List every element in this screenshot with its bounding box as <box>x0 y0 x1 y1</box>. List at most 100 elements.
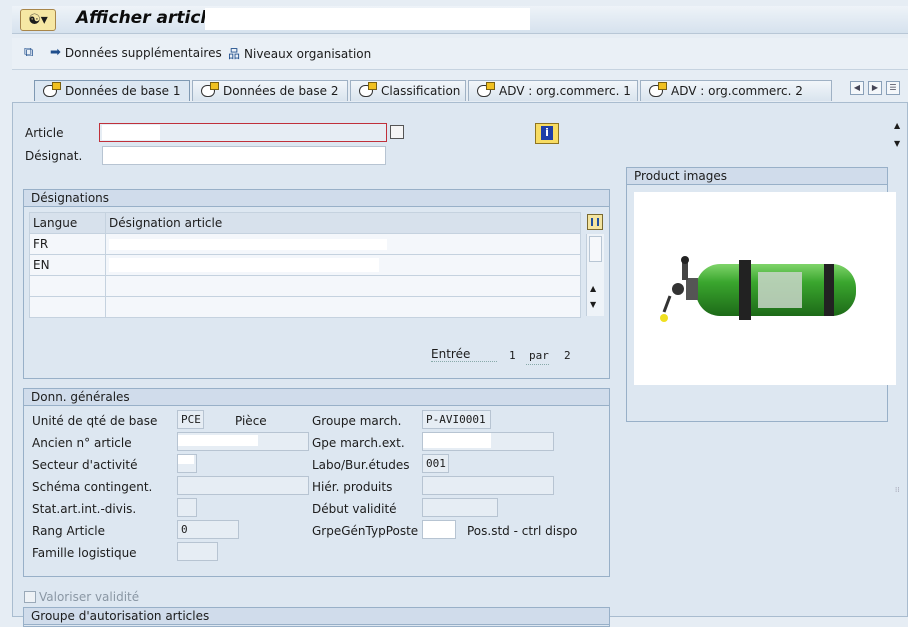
old-article-field[interactable] <box>177 432 309 451</box>
tab-classification[interactable]: Classification <box>350 80 466 101</box>
page-scroll-down-icon[interactable]: ▼ <box>894 139 900 148</box>
tab-adv-org-2[interactable]: ADV : org.commerc. 2 <box>640 80 832 101</box>
general-data-title: Donn. générales <box>24 389 609 406</box>
copy-icon[interactable] <box>390 125 404 139</box>
table-row[interactable]: EN <box>29 254 581 276</box>
auth-group: Groupe d'autorisation articles <box>23 607 610 627</box>
table-cell-lang: EN <box>29 254 106 276</box>
tab-strip: Données de base 1 Données de base 2 Clas… <box>12 80 908 102</box>
table-settings-icon[interactable] <box>587 214 603 230</box>
lab-field[interactable]: 001 <box>422 454 449 473</box>
article-label: Article <box>25 126 64 140</box>
division-label: Secteur d'activité <box>32 458 138 472</box>
tab-donnees-base-1[interactable]: Données de base 1 <box>34 80 190 101</box>
info-icon: i <box>541 126 553 140</box>
matl-group-field[interactable]: P-AVI0001 <box>422 410 491 429</box>
title-bar: ☯▾ Afficher article <box>12 6 908 34</box>
tab-status-icon <box>359 82 377 97</box>
general-data-group: Donn. générales Unité de qté de base PCE… <box>23 388 610 577</box>
scroll-down-icon[interactable]: ▼ <box>590 300 596 309</box>
hierarchy-icon: 品 <box>228 47 241 61</box>
table-row[interactable] <box>29 275 581 297</box>
designations-title: Désignations <box>24 190 609 207</box>
tab-adv-org-1[interactable]: ADV : org.commerc. 1 <box>468 80 638 101</box>
column-header-designation[interactable]: Désignation article <box>105 212 581 234</box>
designations-table: Langue Désignation article FR EN <box>29 212 581 318</box>
stat-label: Stat.art.int.-divis. <box>32 502 137 516</box>
checkbox-box[interactable] <box>24 591 36 603</box>
arrow-right-icon: ➡ <box>50 45 61 60</box>
tab-list-icon[interactable]: ☰ <box>886 81 900 95</box>
article-field[interactable] <box>99 123 387 142</box>
application-toolbar: ⧉ ➡ Données supplémentaires 品 Niveaux or… <box>12 38 908 70</box>
table-cell-text[interactable] <box>105 233 581 255</box>
rang-label: Rang Article <box>32 524 105 538</box>
schema-label: Schéma contingent. <box>32 480 153 494</box>
table-row[interactable]: FR <box>29 233 581 255</box>
table-scrollbar[interactable]: ▲ ▼ <box>586 234 604 316</box>
entry-current: 1 <box>509 349 516 362</box>
family-label: Famille logistique <box>32 546 137 560</box>
product-images-panel: Product images <box>626 167 896 422</box>
item-cat-text: Pos.std - ctrl dispo <box>467 524 578 538</box>
tab-donnees-base-2[interactable]: Données de base 2 <box>192 80 348 101</box>
division-field[interactable] <box>177 454 197 473</box>
valoriser-label: Valoriser validité <box>39 590 140 604</box>
rang-field[interactable]: 0 <box>177 520 239 539</box>
ext-group-label: Gpe march.ext. <box>312 436 405 450</box>
column-header-langue[interactable]: Langue <box>29 212 106 234</box>
stat-field[interactable] <box>177 498 197 517</box>
entry-of-label: par <box>526 347 549 365</box>
table-cell-lang: FR <box>29 233 106 255</box>
ext-group-field[interactable] <box>422 432 554 451</box>
item-cat-field[interactable] <box>422 520 456 539</box>
product-images-title: Product images <box>627 168 887 185</box>
app-menu-icon[interactable]: ☯▾ <box>20 9 56 31</box>
page-scroll-grip-icon[interactable]: ⁞⁞ <box>895 486 899 494</box>
designations-group: Désignations Langue Désignation article … <box>23 189 610 379</box>
designat-field[interactable] <box>102 146 386 165</box>
old-article-label: Ancien n° article <box>32 436 132 450</box>
entry-label: Entrée <box>431 347 497 362</box>
scrollbar-thumb[interactable] <box>589 236 602 262</box>
table-cell-text[interactable] <box>105 254 581 276</box>
lab-label: Labo/Bur.études <box>312 458 410 472</box>
hier-field[interactable] <box>422 476 554 495</box>
tab-scroll-left-icon[interactable]: ◀ <box>850 81 864 95</box>
org-levels-label: Niveaux organisation <box>244 46 372 61</box>
table-cell-text <box>105 296 581 318</box>
table-cell-lang <box>29 275 106 297</box>
additional-data-button[interactable]: ➡ Données supplémentaires <box>50 45 222 60</box>
designat-label: Désignat. <box>25 149 83 163</box>
valid-from-label: Début validité <box>312 502 397 516</box>
other-article-button[interactable]: ⧉ <box>24 45 37 60</box>
table-cell-text <box>105 275 581 297</box>
title-field <box>205 8 530 30</box>
entry-total: 2 <box>564 349 571 362</box>
valid-from-field[interactable] <box>422 498 498 517</box>
hier-label: Hiér. produits <box>312 480 393 494</box>
page-scroll-up-icon[interactable]: ▲ <box>894 121 900 130</box>
base-unit-text: Pièce <box>235 414 267 428</box>
valoriser-checkbox[interactable]: Valoriser validité <box>24 590 139 604</box>
table-cell-lang <box>29 296 106 318</box>
page-title: Afficher article <box>76 8 218 28</box>
info-button[interactable]: i <box>535 123 559 144</box>
additional-data-label: Données supplémentaires <box>64 45 222 60</box>
tab-scroll-right-icon[interactable]: ▶ <box>868 81 882 95</box>
item-cat-label: GrpeGénTypPoste <box>312 524 419 538</box>
tab-status-icon <box>649 82 667 97</box>
tab-status-icon <box>43 82 61 97</box>
family-field[interactable] <box>177 542 218 561</box>
tab-status-icon <box>201 82 219 97</box>
tab-status-icon <box>477 82 495 97</box>
base-unit-label: Unité de qté de base <box>32 414 158 428</box>
product-image <box>634 192 896 385</box>
matl-group-label: Groupe march. <box>312 414 402 428</box>
scroll-up-icon[interactable]: ▲ <box>590 284 596 293</box>
org-levels-button[interactable]: 品 Niveaux organisation <box>228 45 371 62</box>
table-row[interactable] <box>29 296 581 318</box>
schema-field[interactable] <box>177 476 309 495</box>
gas-cylinder-image <box>660 256 856 322</box>
base-unit-field[interactable]: PCE <box>177 410 204 429</box>
